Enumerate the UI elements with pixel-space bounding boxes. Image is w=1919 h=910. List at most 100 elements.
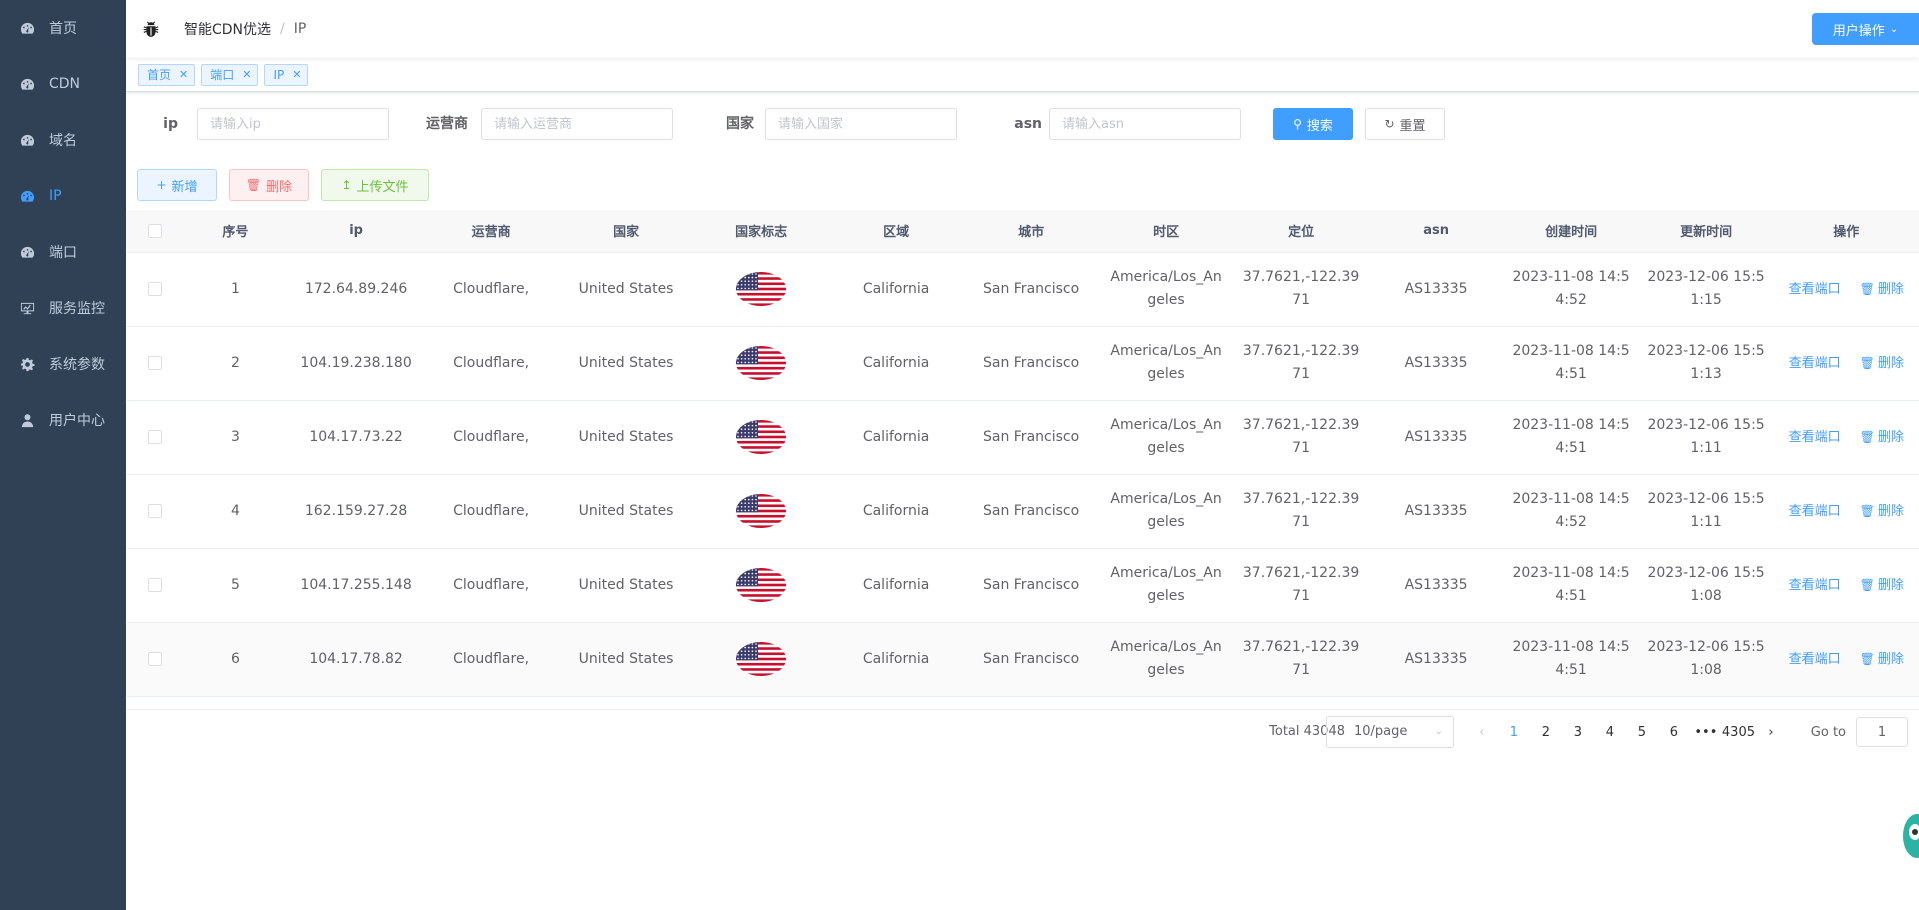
close-icon[interactable]: ✕ bbox=[242, 68, 251, 81]
cell-ip: 104.19.238.180 bbox=[288, 326, 424, 401]
select-all-checkbox[interactable] bbox=[127, 210, 183, 253]
updated-line: 2023-12-06 15:5 bbox=[1647, 639, 1765, 655]
page-number[interactable]: 1 bbox=[1498, 725, 1530, 740]
created-line: 2023-11-08 14:5 bbox=[1512, 639, 1630, 655]
cell-country: United States bbox=[558, 252, 694, 327]
search-button[interactable]: ⚲ 搜索 bbox=[1273, 108, 1353, 140]
page-number[interactable]: 2 bbox=[1530, 725, 1562, 740]
row-checkbox[interactable] bbox=[127, 252, 183, 327]
view-ports-label: 查看端口 bbox=[1788, 355, 1841, 371]
dashboard-icon bbox=[19, 244, 35, 260]
sidebar-item-settings[interactable]: 系统参数 bbox=[0, 336, 126, 392]
row-delete-link[interactable]: 🗑 删除 bbox=[1860, 504, 1904, 519]
cell-asn: AS13335 bbox=[1368, 252, 1504, 327]
sidebar-item-user-center[interactable]: 用户中心 bbox=[0, 392, 126, 448]
upload-button[interactable]: ↥ 上传文件 bbox=[321, 169, 429, 201]
cell-updated: 2023-12-06 15:5 1:08 bbox=[1638, 548, 1774, 623]
user-menu-label: 用户操作 bbox=[1832, 23, 1885, 39]
sidebar-item-domain[interactable]: 域名 bbox=[0, 112, 126, 168]
sidebar-item-port[interactable]: 端口 bbox=[0, 224, 126, 280]
plus-icon: + bbox=[156, 178, 167, 192]
cell-location: 37.7621,-122.39 71 bbox=[1233, 548, 1369, 623]
dashboard-icon bbox=[19, 20, 35, 36]
cell-region: California bbox=[828, 474, 964, 549]
cell-created: 2023-11-08 14:5 4:51 bbox=[1503, 622, 1639, 697]
row-checkbox[interactable] bbox=[127, 400, 183, 475]
reset-button[interactable]: ↻ 重置 bbox=[1365, 108, 1445, 140]
view-ports-link[interactable]: 查看端口 bbox=[1789, 578, 1844, 593]
sidebar-item-monitor[interactable]: 服务监控 bbox=[0, 280, 126, 336]
chevron-down-icon: ⌄ bbox=[1434, 726, 1443, 737]
cell-country: United States bbox=[558, 548, 694, 623]
page-number[interactable]: 4 bbox=[1594, 725, 1626, 740]
table-row: 6 104.17.78.82 Cloudflare, United States Cal… bbox=[127, 622, 1919, 697]
cell-timezone: America/Los_An geles bbox=[1098, 400, 1234, 475]
next-page-button[interactable]: › bbox=[1755, 725, 1787, 740]
cell-city: San Francisco bbox=[963, 400, 1099, 475]
cell-asn: AS13335 bbox=[1368, 548, 1504, 623]
cell-country: United States bbox=[558, 400, 694, 475]
row-delete-link[interactable]: 🗑 删除 bbox=[1860, 652, 1904, 667]
page-size-select[interactable]: 10/page ⌄ bbox=[1326, 716, 1454, 748]
cell-location: 37.7621,-122.39 71 bbox=[1233, 474, 1369, 549]
cell-no: 1 bbox=[182, 252, 289, 327]
view-ports-link[interactable]: 查看端口 bbox=[1789, 504, 1844, 519]
cell-updated: 2023-12-06 15:5 1:08 bbox=[1638, 622, 1774, 697]
delete-button[interactable]: 🗑 删除 bbox=[229, 169, 309, 201]
goto-page-input[interactable] bbox=[1856, 717, 1908, 747]
breadcrumb-separator: / bbox=[280, 21, 285, 37]
monitor-icon bbox=[19, 300, 35, 316]
asn-input[interactable] bbox=[1049, 108, 1241, 140]
prev-page-button[interactable]: ‹ bbox=[1466, 725, 1498, 740]
refresh-icon: ↻ bbox=[1384, 117, 1395, 131]
row-delete-link[interactable]: 🗑 删除 bbox=[1860, 282, 1904, 297]
page-number[interactable]: 6 bbox=[1658, 725, 1690, 740]
page-number-last[interactable]: 4305 bbox=[1722, 725, 1755, 740]
row-checkbox[interactable] bbox=[127, 474, 183, 549]
add-button[interactable]: + 新增 bbox=[137, 169, 217, 201]
more-pages-icon[interactable]: ••• bbox=[1690, 725, 1722, 740]
isp-input[interactable] bbox=[481, 108, 673, 140]
pagination: Total 43048 10/page ⌄ ‹ 1 2 3 4 5 6 ••• … bbox=[127, 716, 1919, 750]
view-ports-link[interactable]: 查看端口 bbox=[1789, 356, 1844, 371]
row-checkbox[interactable] bbox=[127, 622, 183, 697]
ip-input[interactable] bbox=[197, 108, 389, 140]
sidebar-item-cdn[interactable]: CDN bbox=[0, 56, 126, 112]
created-line: 4:52 bbox=[1555, 514, 1587, 530]
tag-port[interactable]: 端口 ✕ bbox=[201, 63, 259, 86]
row-delete-link[interactable]: 🗑 删除 bbox=[1860, 356, 1904, 371]
sidebar-item-ip[interactable]: IP bbox=[0, 168, 126, 224]
timezone-line: geles bbox=[1147, 588, 1185, 604]
cell-updated: 2023-12-06 15:5 1:15 bbox=[1638, 252, 1774, 327]
cell-actions: 查看端口 🗑 删除 bbox=[1773, 326, 1919, 401]
view-ports-label: 查看端口 bbox=[1788, 503, 1841, 519]
cell-timezone: America/Los_An geles bbox=[1098, 622, 1234, 697]
tag-home[interactable]: 首页 ✕ bbox=[138, 63, 196, 86]
breadcrumb-item-root[interactable]: 智能CDN优选 bbox=[184, 19, 271, 39]
view-ports-link[interactable]: 查看端口 bbox=[1789, 282, 1844, 297]
view-ports-link[interactable]: 查看端口 bbox=[1789, 652, 1844, 667]
cell-region: California bbox=[828, 548, 964, 623]
sidebar-item-home[interactable]: 首页 bbox=[0, 0, 126, 56]
row-checkbox[interactable] bbox=[127, 326, 183, 401]
row-delete-link[interactable]: 🗑 删除 bbox=[1860, 578, 1904, 593]
mascot-icon[interactable] bbox=[1897, 808, 1919, 864]
bug-icon[interactable] bbox=[141, 19, 161, 39]
reset-button-label: 重置 bbox=[1399, 118, 1426, 134]
user-menu-button[interactable]: 用户操作 ⌄ bbox=[1812, 13, 1919, 45]
upload-icon: ↥ bbox=[341, 178, 352, 192]
close-icon[interactable]: ✕ bbox=[292, 68, 301, 81]
page-number[interactable]: 5 bbox=[1626, 725, 1658, 740]
country-input[interactable] bbox=[765, 108, 957, 140]
column-header: 时区 bbox=[1098, 210, 1234, 253]
page-number[interactable]: 3 bbox=[1562, 725, 1594, 740]
view-ports-link[interactable]: 查看端口 bbox=[1789, 430, 1844, 445]
close-icon[interactable]: ✕ bbox=[179, 68, 188, 81]
row-delete-label: 删除 bbox=[1877, 429, 1904, 445]
tag-ip[interactable]: IP ✕ bbox=[264, 63, 309, 86]
row-delete-label: 删除 bbox=[1877, 503, 1904, 519]
row-checkbox[interactable] bbox=[127, 548, 183, 623]
row-delete-link[interactable]: 🗑 删除 bbox=[1860, 430, 1904, 445]
navbar: 智能CDN优选 / IP 用户操作 ⌄ bbox=[126, 0, 1919, 58]
sidebar-item-label: 端口 bbox=[49, 245, 77, 261]
